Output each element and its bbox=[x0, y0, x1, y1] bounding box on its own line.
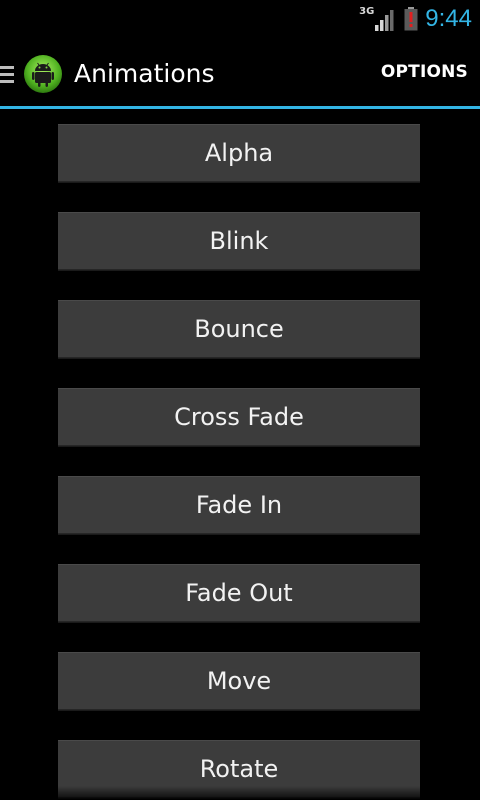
status-clock: 9:44 bbox=[425, 5, 472, 32]
android-app-icon bbox=[24, 55, 62, 93]
status-icons: 3G 9:44 bbox=[359, 4, 472, 34]
signal-icon bbox=[375, 10, 394, 31]
action-bar-title: Animations bbox=[74, 59, 215, 88]
battery-alert-icon bbox=[404, 7, 418, 31]
network-type-label: 3G bbox=[359, 5, 375, 17]
rotate-button[interactable]: Rotate bbox=[58, 740, 420, 798]
action-bar: Animations OPTIONS bbox=[0, 38, 480, 106]
cross-fade-button[interactable]: Cross Fade bbox=[58, 388, 420, 446]
status-bar: 3G 9:44 bbox=[0, 0, 480, 38]
fade-in-button[interactable]: Fade In bbox=[58, 476, 420, 534]
move-button[interactable]: Move bbox=[58, 652, 420, 710]
drawer-icon bbox=[0, 66, 14, 83]
alpha-button[interactable]: Alpha bbox=[58, 124, 420, 182]
fade-out-button[interactable]: Fade Out bbox=[58, 564, 420, 622]
animation-button-list[interactable]: Alpha Blink Bounce Cross Fade Fade In Fa… bbox=[0, 109, 480, 800]
home-up-button[interactable] bbox=[0, 54, 66, 94]
bounce-button[interactable]: Bounce bbox=[58, 300, 420, 358]
blink-button[interactable]: Blink bbox=[58, 212, 420, 270]
options-button[interactable]: OPTIONS bbox=[381, 62, 468, 82]
